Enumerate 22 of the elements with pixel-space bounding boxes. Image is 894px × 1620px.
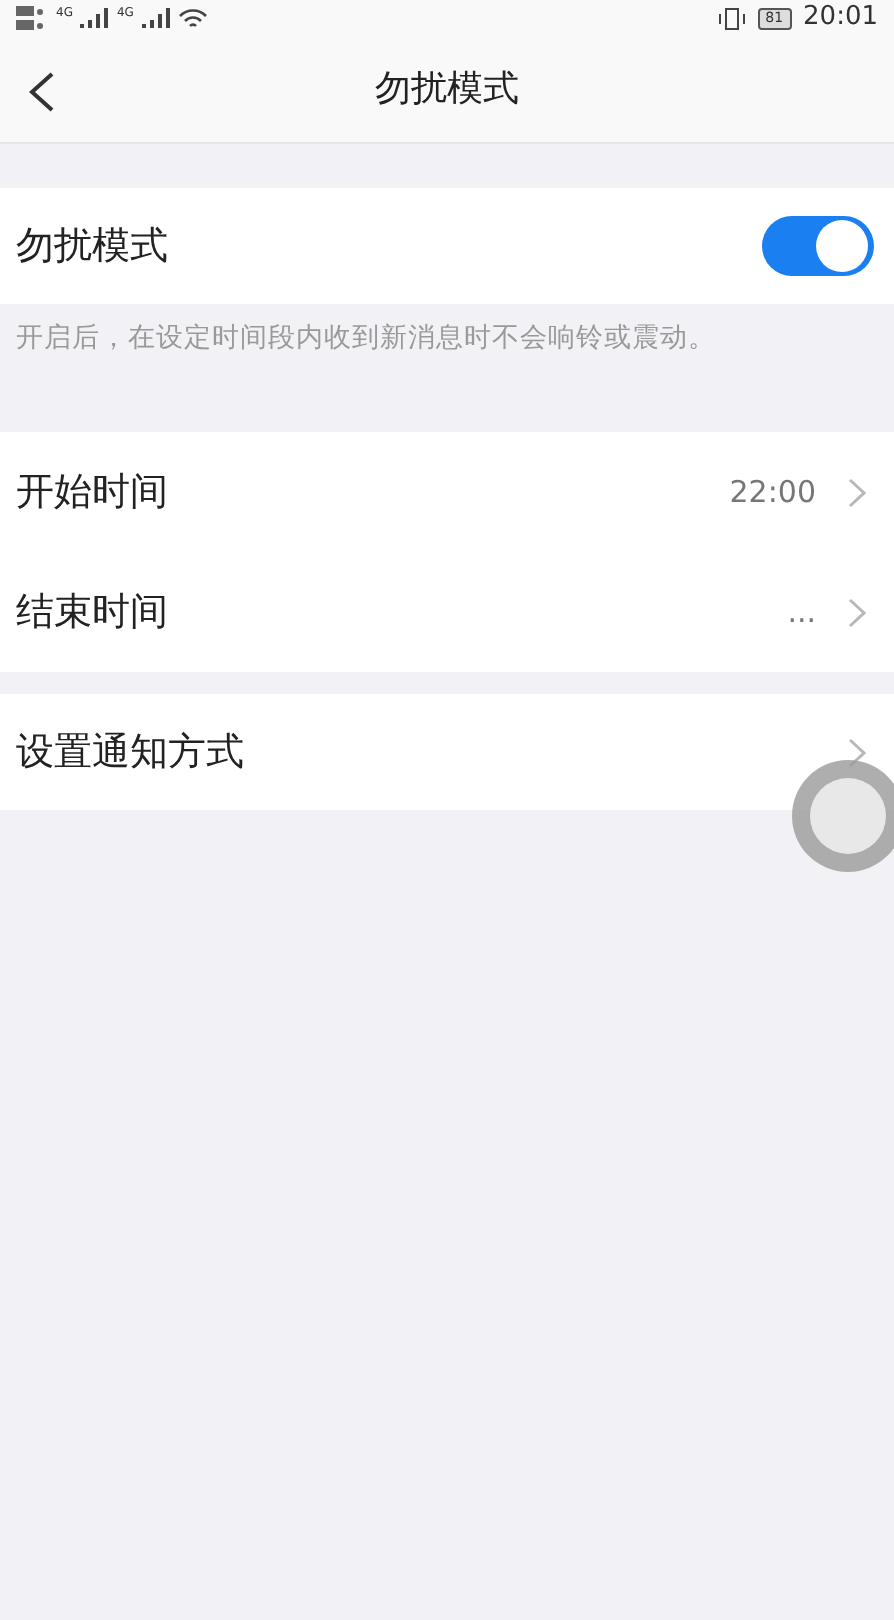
page-title: 勿扰模式 bbox=[375, 66, 519, 114]
notify-row[interactable]: 设置通知方式 bbox=[0, 694, 894, 810]
setting-label: 结束时间 bbox=[16, 587, 168, 638]
time-value: ... bbox=[787, 591, 816, 634]
setting-label: 勿扰模式 bbox=[16, 221, 168, 272]
toggle-switch[interactable] bbox=[762, 216, 874, 276]
vibrate-icon bbox=[717, 7, 746, 29]
floating-assist-button[interactable] bbox=[792, 760, 894, 872]
time-row[interactable]: 结束时间 ... bbox=[0, 552, 894, 672]
signal-icon bbox=[80, 8, 109, 28]
setting-label: 设置通知方式 bbox=[16, 727, 244, 778]
chevron-right-icon bbox=[848, 477, 866, 507]
chevron-right-icon bbox=[848, 597, 866, 627]
time-row[interactable]: 开始时间 22:00 bbox=[0, 432, 894, 552]
wifi-icon bbox=[177, 7, 208, 29]
status-time: 20:01 bbox=[803, 0, 878, 37]
setting-label: 开始时间 bbox=[16, 467, 168, 518]
back-icon[interactable] bbox=[28, 72, 56, 112]
time-value: 22:00 bbox=[729, 471, 816, 514]
sim-card-icon bbox=[16, 4, 48, 32]
signal-icon bbox=[141, 8, 170, 28]
description-text: 开启后，在设定时间段内收到新消息时不会响铃或震动。 bbox=[16, 320, 718, 358]
